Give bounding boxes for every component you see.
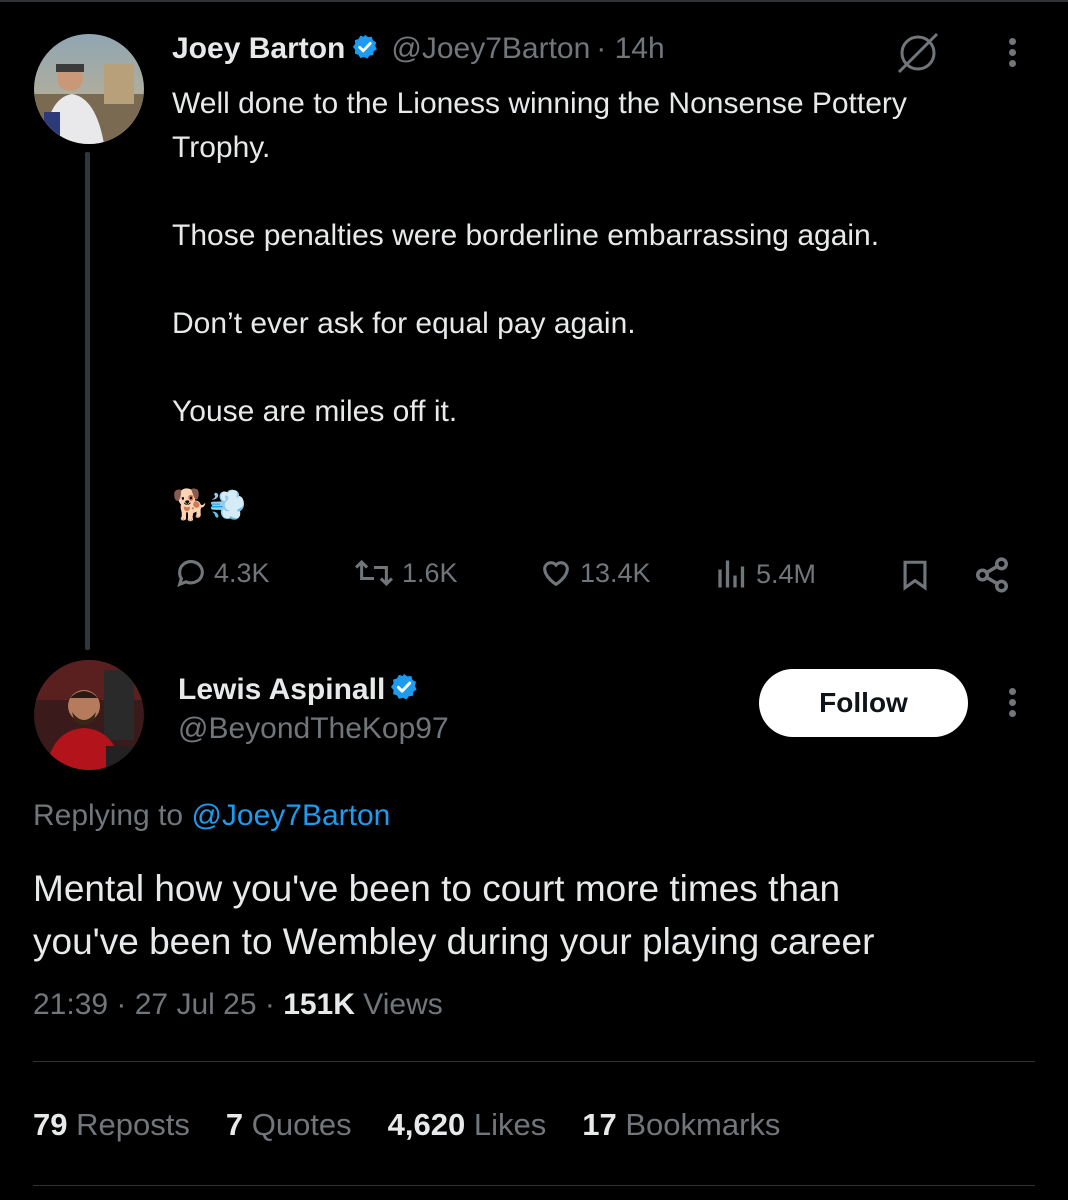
reply-time[interactable]: 21:39 bbox=[33, 988, 108, 1021]
tweet-header: Joey Barton @Joey7Barton · 14h bbox=[172, 32, 665, 66]
reply-count: 4.3K bbox=[214, 557, 270, 588]
author-name[interactable]: Joey Barton bbox=[172, 32, 345, 66]
reply-date[interactable]: · 27 Jul 25 · bbox=[116, 988, 274, 1021]
bookmarks-count: 17 bbox=[582, 1107, 617, 1142]
bookmark-icon bbox=[903, 560, 927, 591]
reply-views-label: Views bbox=[363, 988, 443, 1021]
like-count: 13.4K bbox=[580, 557, 651, 588]
bookmark-button[interactable] bbox=[898, 556, 932, 594]
reposts-stat[interactable]: 79 Reposts bbox=[33, 1107, 190, 1143]
replying-to-handle[interactable]: @Joey7Barton bbox=[191, 799, 390, 832]
tweet-text: Well done to the Lioness winning the Non… bbox=[172, 87, 907, 428]
verified-badge-icon bbox=[351, 33, 379, 66]
likes-count: 4,620 bbox=[387, 1107, 466, 1142]
repost-icon bbox=[355, 559, 393, 587]
tweet-time[interactable]: · 14h bbox=[596, 32, 664, 66]
repost-button[interactable]: 1.6K bbox=[352, 556, 458, 590]
stats-divider-bottom bbox=[33, 1185, 1035, 1186]
views-count: 5.4M bbox=[756, 558, 817, 589]
repost-count: 1.6K bbox=[402, 557, 458, 588]
grok-icon[interactable] bbox=[893, 28, 943, 78]
like-button[interactable]: 13.4K bbox=[538, 556, 651, 590]
reply-meta: 21:39 · 27 Jul 25 · 151K Views bbox=[33, 988, 443, 1022]
avatar-joey-barton[interactable] bbox=[34, 34, 144, 144]
top-divider bbox=[0, 0, 1068, 2]
reply-text: Mental how you've been to court more tim… bbox=[33, 868, 875, 962]
stats-divider-top bbox=[33, 1061, 1035, 1062]
reply-views-count: 151K bbox=[283, 988, 355, 1021]
bookmarks-stat[interactable]: 17 Bookmarks bbox=[582, 1107, 780, 1143]
reply-author-handle[interactable]: @BeyondTheKop97 bbox=[178, 712, 449, 746]
tweet-emoji: 🐕💨 bbox=[172, 489, 247, 522]
reply-stats: 79 Reposts 7 Quotes 4,620 Likes 17 Bookm… bbox=[33, 1107, 780, 1143]
likes-stat[interactable]: 4,620 Likes bbox=[388, 1107, 547, 1143]
views-button[interactable]: 5.4M bbox=[714, 556, 816, 592]
likes-label: Likes bbox=[473, 1107, 547, 1142]
share-button[interactable] bbox=[972, 556, 1012, 594]
reply-header: Lewis Aspinall bbox=[178, 672, 419, 707]
avatar-lewis-aspinall[interactable] bbox=[34, 660, 144, 770]
heart-icon bbox=[543, 561, 569, 587]
replying-to: Replying to @Joey7Barton bbox=[33, 799, 390, 833]
share-icon bbox=[976, 557, 1008, 593]
quotes-stat[interactable]: 7 Quotes bbox=[226, 1107, 352, 1143]
quotes-label: Quotes bbox=[251, 1107, 352, 1142]
thread-line bbox=[85, 152, 90, 650]
reply-button[interactable]: 4.3K bbox=[174, 556, 270, 590]
more-icon[interactable] bbox=[1009, 34, 1016, 71]
views-icon bbox=[718, 560, 745, 588]
reply-author-name[interactable]: Lewis Aspinall bbox=[178, 673, 385, 707]
follow-button[interactable]: Follow bbox=[759, 669, 968, 737]
verified-badge-icon bbox=[389, 672, 419, 707]
bookmarks-label: Bookmarks bbox=[625, 1107, 781, 1142]
reposts-label: Reposts bbox=[76, 1107, 190, 1142]
reposts-count: 79 bbox=[33, 1107, 68, 1142]
more-icon[interactable] bbox=[1009, 684, 1016, 721]
reply-icon bbox=[177, 560, 204, 587]
author-handle[interactable]: @Joey7Barton bbox=[391, 32, 590, 66]
quotes-count: 7 bbox=[225, 1107, 244, 1142]
replying-to-label: Replying to bbox=[33, 799, 192, 832]
